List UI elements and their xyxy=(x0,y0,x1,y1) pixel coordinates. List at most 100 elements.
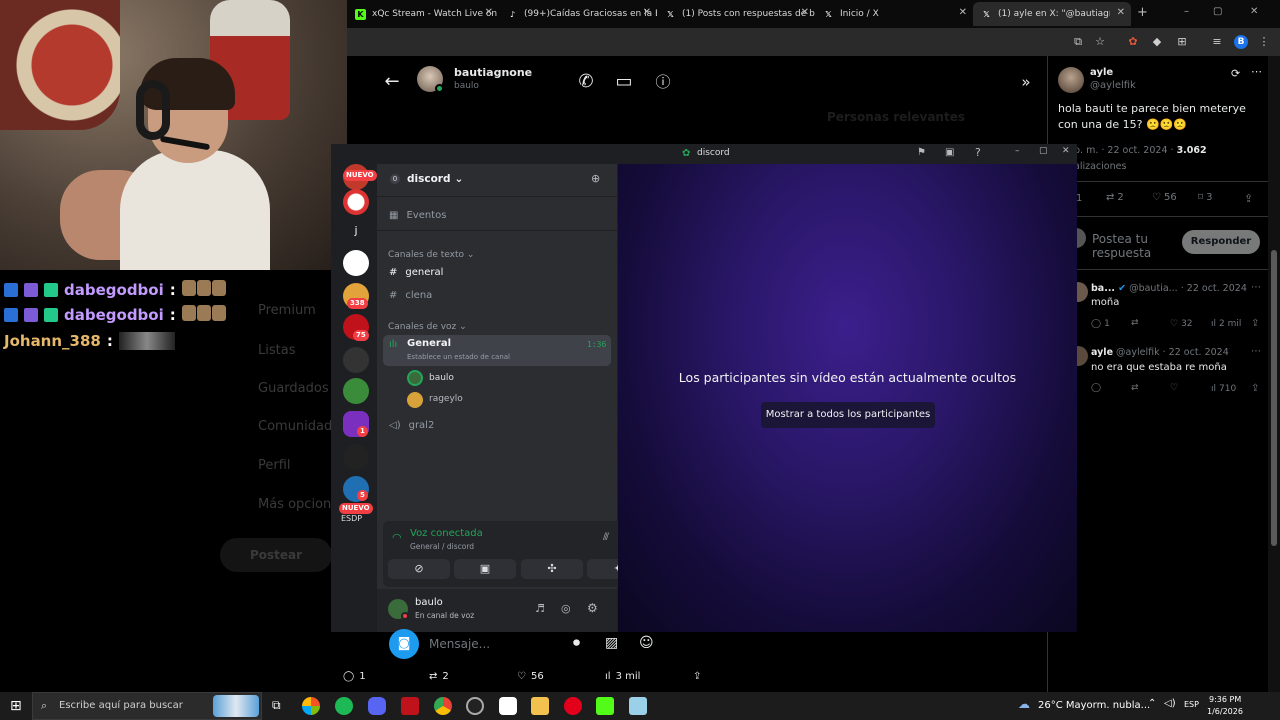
bookmark-star-icon[interactable]: ☆ xyxy=(1093,35,1107,49)
opera-icon[interactable] xyxy=(564,697,582,715)
extension-icon[interactable]: ◆ xyxy=(1150,35,1164,49)
minimize-button[interactable]: – xyxy=(1184,6,1189,17)
more-icon[interactable]: ⋯ xyxy=(1251,346,1261,357)
volume-icon[interactable]: ◁) xyxy=(1164,698,1176,709)
phone-icon[interactable]: ✆ xyxy=(573,69,599,95)
events-item[interactable]: ▦ Eventos xyxy=(389,210,446,221)
server-icon[interactable] xyxy=(343,378,369,404)
clock-time[interactable]: 9:36 PM xyxy=(1209,695,1241,704)
reply-input[interactable]: Postea tu respuesta xyxy=(1092,232,1184,260)
share-icon[interactable]: ⇪ xyxy=(1251,318,1259,329)
channel-general[interactable]: # general xyxy=(389,267,443,278)
activities-button[interactable]: ✣ xyxy=(521,559,583,579)
add-member-icon[interactable]: ⊕ xyxy=(591,172,600,185)
voice-connected-sub[interactable]: General / discord xyxy=(410,542,474,551)
double-chevron-icon[interactable]: » xyxy=(1013,69,1039,95)
close-icon[interactable]: ✕ xyxy=(1117,7,1125,18)
voice-member[interactable]: baulo xyxy=(429,373,454,383)
avatar[interactable] xyxy=(407,392,423,408)
server-icon[interactable] xyxy=(343,189,369,215)
more-icon[interactable]: ⋯ xyxy=(1251,65,1262,78)
minimize-button[interactable]: – xyxy=(1015,146,1020,156)
inbox-icon[interactable]: ⚑ xyxy=(917,147,926,158)
weather-text[interactable]: 26°C Mayorm. nubla... xyxy=(1038,700,1150,711)
like-icon[interactable]: ♡ xyxy=(1170,383,1178,393)
extension-icon[interactable]: ✿ xyxy=(1126,35,1140,49)
help-icon[interactable]: ? xyxy=(975,146,981,159)
app-icon[interactable] xyxy=(629,697,647,715)
headphones-icon[interactable]: ◎ xyxy=(561,602,571,615)
language-indicator[interactable]: ESP xyxy=(1184,700,1199,709)
like-button[interactable]: ♡ 56 xyxy=(1152,192,1177,203)
voice-channel-general[interactable]: ılı General Establece un estado de canal… xyxy=(383,335,611,366)
camera-icon[interactable]: ◙ xyxy=(389,629,419,659)
video-icon[interactable]: ▭ xyxy=(611,69,637,95)
menu-icon[interactable]: ⋮ xyxy=(1257,35,1271,49)
server-icon[interactable]: j xyxy=(343,218,369,244)
voice-channel-gral2[interactable]: ◁) gral2 xyxy=(389,420,434,431)
tweet-handle[interactable]: @aylelfik xyxy=(1090,80,1136,91)
maximize-button[interactable]: ▢ xyxy=(1039,146,1048,156)
views-button[interactable]: ıl 710 xyxy=(1211,384,1236,394)
kick-icon[interactable] xyxy=(596,697,614,715)
retweet-stat[interactable]: ⇄ 2 xyxy=(429,671,449,682)
media-icon[interactable]: ≡ xyxy=(1210,35,1224,49)
server-name-dropdown[interactable]: discord ⌄ xyxy=(407,173,463,185)
server-icon[interactable] xyxy=(343,250,369,276)
chrome-icon[interactable] xyxy=(434,697,452,715)
retweet-icon[interactable]: ⇄ xyxy=(1131,383,1139,393)
reply-action[interactable]: ◯ 1 xyxy=(1091,319,1110,329)
reply-stat[interactable]: ◯ 1 xyxy=(343,671,366,682)
camera-button[interactable]: ⊘ xyxy=(388,559,450,579)
weather-icon[interactable]: ☁ xyxy=(1018,697,1030,711)
grok-icon[interactable]: ⟳ xyxy=(1231,67,1240,80)
app-icon[interactable] xyxy=(401,697,419,715)
share-icon[interactable]: ⇪ xyxy=(1244,192,1253,205)
new-tab-button[interactable]: + xyxy=(1137,5,1148,20)
avatar[interactable] xyxy=(1058,67,1084,93)
tab-x-posts[interactable]: 𝕏 (1) Posts con respuestas de bau ✕ xyxy=(657,2,815,26)
search-box[interactable]: ⌕ Escribe aquí para buscar xyxy=(32,692,262,720)
screen-icon[interactable]: ▣ xyxy=(945,147,954,158)
spotify-icon[interactable] xyxy=(335,697,353,715)
voice-member[interactable]: rageylo xyxy=(429,394,463,404)
text-category[interactable]: Canales de texto ⌄ xyxy=(388,250,474,260)
back-arrow-icon[interactable]: ← xyxy=(379,69,405,95)
retweet-button[interactable]: ⇄ 2 xyxy=(1106,192,1124,203)
puzzle-icon[interactable]: ⊞ xyxy=(1175,35,1189,49)
close-icon[interactable]: ✕ xyxy=(643,7,651,18)
tab-x-home[interactable]: 𝕏 Inicio / X ✕ xyxy=(815,2,973,26)
reply-author[interactable]: ba... xyxy=(1091,283,1115,294)
user-name[interactable]: baulo xyxy=(415,597,443,608)
share-icon[interactable]: ⇪ xyxy=(1251,383,1259,394)
close-icon[interactable]: ✕ xyxy=(801,7,809,18)
profile-avatar[interactable]: B xyxy=(1234,35,1248,49)
maximize-button[interactable]: ▢ xyxy=(1213,6,1222,17)
cast-icon[interactable]: ⧉ xyxy=(1071,35,1085,49)
close-icon[interactable]: ✕ xyxy=(485,7,493,18)
views-button[interactable]: ıl 2 mil xyxy=(1211,319,1241,329)
tab-tiktok[interactable]: ♪ (99+)Caídas Graciosas en la Esc ✕ xyxy=(499,2,657,26)
task-view-icon[interactable]: ⧉ xyxy=(272,698,281,713)
tab-kick[interactable]: K xQc Stream - Watch Live on Kic ✕ xyxy=(347,2,499,26)
copilot-icon[interactable] xyxy=(302,697,320,715)
reply-author[interactable]: ayle xyxy=(1091,347,1113,358)
capcut-icon[interactable] xyxy=(499,697,517,715)
like-button[interactable]: ♡ 32 xyxy=(1170,319,1193,329)
like-stat[interactable]: ♡ 56 xyxy=(517,671,544,682)
tweet-author[interactable]: ayle xyxy=(1090,67,1113,78)
close-icon[interactable]: ✕ xyxy=(959,7,967,18)
bookmark-button[interactable]: ⌑ 3 xyxy=(1198,192,1213,203)
chevron-up-icon[interactable]: ⌃ xyxy=(1148,698,1156,709)
discord-icon[interactable] xyxy=(368,697,386,715)
reply-button[interactable]: Responder xyxy=(1182,230,1260,254)
microphone-icon[interactable]: ⏺ xyxy=(573,635,580,651)
scrollbar-thumb[interactable] xyxy=(1271,250,1277,546)
server-icon[interactable] xyxy=(343,444,369,470)
more-icon[interactable]: ⋯ xyxy=(1251,282,1261,293)
gif-icon[interactable]: ☺ xyxy=(639,635,654,651)
show-all-participants-button[interactable]: Mostrar a todos los participantes xyxy=(761,402,935,428)
tab-x-ayle[interactable]: 𝕏 (1) ayle en X: "@bautiagnone ñ ✕ xyxy=(973,2,1131,26)
file-explorer-icon[interactable] xyxy=(531,697,549,715)
screen-share-button[interactable]: ▣ xyxy=(454,559,516,579)
